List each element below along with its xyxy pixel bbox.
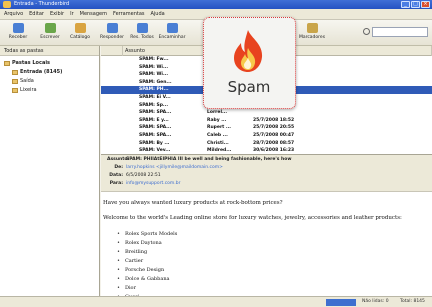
get-mail-icon — [12, 23, 24, 33]
spam-button-callout[interactable]: Spam — [203, 17, 296, 109]
status-progress — [326, 299, 356, 306]
unread-count: Não lidas: 0 — [362, 299, 389, 304]
recipient-link[interactable]: info@mysupport.com.br — [126, 181, 180, 186]
message-subject: SPAM: Vev... — [139, 148, 171, 154]
message-header-pane: Assunto:SPAM: PHIlAtEIPHIA III be well a… — [101, 155, 432, 192]
body-paragraph: Welcome to the world's Leading online st… — [103, 215, 402, 221]
inbox-icon — [12, 69, 18, 75]
header-from: De: larry.hopkins <jillymile@maildomain.c… — [114, 165, 223, 170]
flame-icon — [234, 30, 263, 72]
tag-icon — [306, 23, 318, 33]
compose-button[interactable]: Escrever — [34, 22, 66, 44]
menu-ir[interactable]: Ir — [70, 11, 74, 17]
sender-link[interactable]: larry.hopkins <jillymile@maildomain.com> — [126, 165, 223, 170]
message-date: 30/6/2008 16:23 — [253, 148, 295, 154]
search-input[interactable] — [372, 27, 428, 37]
folder-local[interactable]: Pastas Locais — [4, 60, 50, 66]
brand-list-item: Rolex Sports Models — [117, 230, 177, 239]
menu-ferramentas[interactable]: Ferramentas — [113, 11, 145, 17]
column-flags[interactable] — [101, 46, 123, 56]
body-paragraph: Have you always wanted luxury products a… — [103, 200, 283, 206]
menu-ajuda[interactable]: Ajuda — [151, 11, 165, 17]
reply-all-icon — [136, 23, 148, 33]
folder-pane: Todas as pastas Pastas Locais Entrada (8… — [0, 46, 100, 307]
total-count: Total: 8145 — [400, 299, 425, 304]
brand-list-item: Breitling — [117, 248, 177, 257]
status-bar: Não lidas: 0 Total: 8145 — [0, 296, 432, 307]
folder-outbox[interactable]: Saída — [12, 78, 34, 84]
window-title: Entrada - Thunderbird — [14, 1, 70, 7]
menu-editar[interactable]: Editar — [29, 11, 44, 17]
minimize-button[interactable]: _ — [401, 1, 410, 8]
title-bar: Entrada - Thunderbird _ □ × — [0, 0, 432, 9]
message-body: Have you always wanted luxury products a… — [101, 192, 432, 307]
header-subject: Assunto:SPAM: PHIlAtEIPHIA III be well a… — [107, 157, 292, 162]
folder-inbox[interactable]: Entrada (8145) — [12, 69, 62, 75]
compose-icon — [44, 23, 56, 33]
forward-icon — [166, 23, 178, 33]
app-icon — [3, 1, 11, 8]
spam-label: Spam — [227, 78, 271, 96]
brand-list-item: Dior — [117, 284, 177, 293]
get-mail-button[interactable]: Receber — [2, 22, 34, 44]
message-row[interactable]: SPAM: Vev... Mildred... 30/6/2008 16:23 — [101, 147, 432, 155]
outbox-icon — [12, 78, 18, 84]
reply-all-button[interactable]: Res. Todos — [126, 22, 158, 44]
folder-trash[interactable]: Lixeira — [12, 87, 37, 93]
column-subject[interactable]: Assunto — [123, 46, 205, 56]
folder-view-selector[interactable]: Todas as pastas — [0, 46, 99, 56]
message-sender: Mildred... — [207, 148, 232, 154]
menu-arquivo[interactable]: Arquivo — [4, 11, 23, 17]
address-book-button[interactable]: Catálogo — [64, 22, 96, 44]
brand-list-item: Porsche Design — [117, 266, 177, 275]
address-book-icon — [74, 23, 86, 33]
forward-button[interactable]: Encaminhar — [156, 22, 188, 44]
reply-icon — [106, 23, 118, 33]
maximize-button[interactable]: □ — [411, 1, 420, 8]
reply-button[interactable]: Responder — [96, 22, 128, 44]
brand-list-item: Cartier — [117, 257, 177, 266]
menu-exibir[interactable]: Exibir — [50, 11, 64, 17]
header-to: Para: info@mysupport.com.br — [109, 181, 181, 186]
tag-button[interactable]: Marcadores — [296, 22, 328, 44]
header-date: Data: 6/5/2008 22:51 — [109, 173, 161, 178]
trash-icon — [12, 87, 18, 93]
search-icon — [363, 28, 370, 35]
close-button[interactable]: × — [421, 1, 430, 8]
menu-mensagem[interactable]: Mensagem — [80, 11, 107, 17]
brand-list-item: Rolex Daytona — [117, 239, 177, 248]
thunderbird-window: Entrada - Thunderbird _ □ × Arquivo Edit… — [0, 0, 432, 307]
folder-icon — [4, 60, 10, 66]
brand-list-item: Dolce & Gabbana — [117, 275, 177, 284]
